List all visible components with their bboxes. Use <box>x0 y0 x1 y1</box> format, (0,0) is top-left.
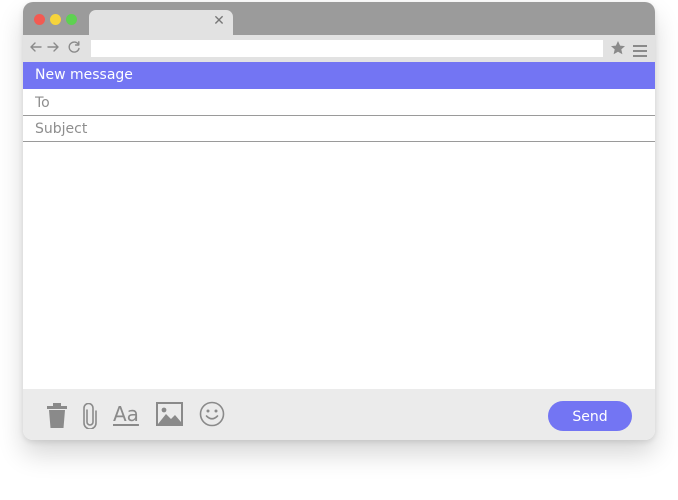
subject-field[interactable] <box>23 116 655 141</box>
emoji-icon[interactable] <box>199 401 225 427</box>
to-row <box>23 90 655 116</box>
reload-icon[interactable] <box>66 38 82 56</box>
compose-toolbar: Aa Send <box>23 389 655 440</box>
browser-tab[interactable]: ✕ <box>89 10 233 36</box>
send-button[interactable]: Send <box>548 401 632 431</box>
paperclip-icon[interactable] <box>83 402 97 430</box>
title-bar: ✕ <box>23 2 655 36</box>
image-icon[interactable] <box>156 402 183 426</box>
arrow-forward-icon[interactable] <box>45 38 61 56</box>
compose-title: New message <box>35 67 133 83</box>
text-format-button[interactable]: Aa <box>113 401 141 429</box>
to-field[interactable] <box>23 90 655 115</box>
trash-icon[interactable] <box>47 403 67 428</box>
close-window-button[interactable] <box>34 14 45 25</box>
compose-header: New message <box>23 62 655 89</box>
zoom-window-button[interactable] <box>66 14 77 25</box>
arrow-back-icon[interactable] <box>28 38 44 56</box>
subject-row <box>23 116 655 142</box>
minimize-window-button[interactable] <box>50 14 61 25</box>
address-bar[interactable] <box>91 40 603 57</box>
browser-toolbar <box>23 35 655 62</box>
browser-window: ✕ New message To Subject Aa Send <box>23 2 655 440</box>
message-body[interactable] <box>23 143 655 389</box>
menu-icon[interactable] <box>633 42 647 57</box>
star-icon[interactable] <box>610 39 626 57</box>
close-tab-icon[interactable]: ✕ <box>212 14 226 28</box>
